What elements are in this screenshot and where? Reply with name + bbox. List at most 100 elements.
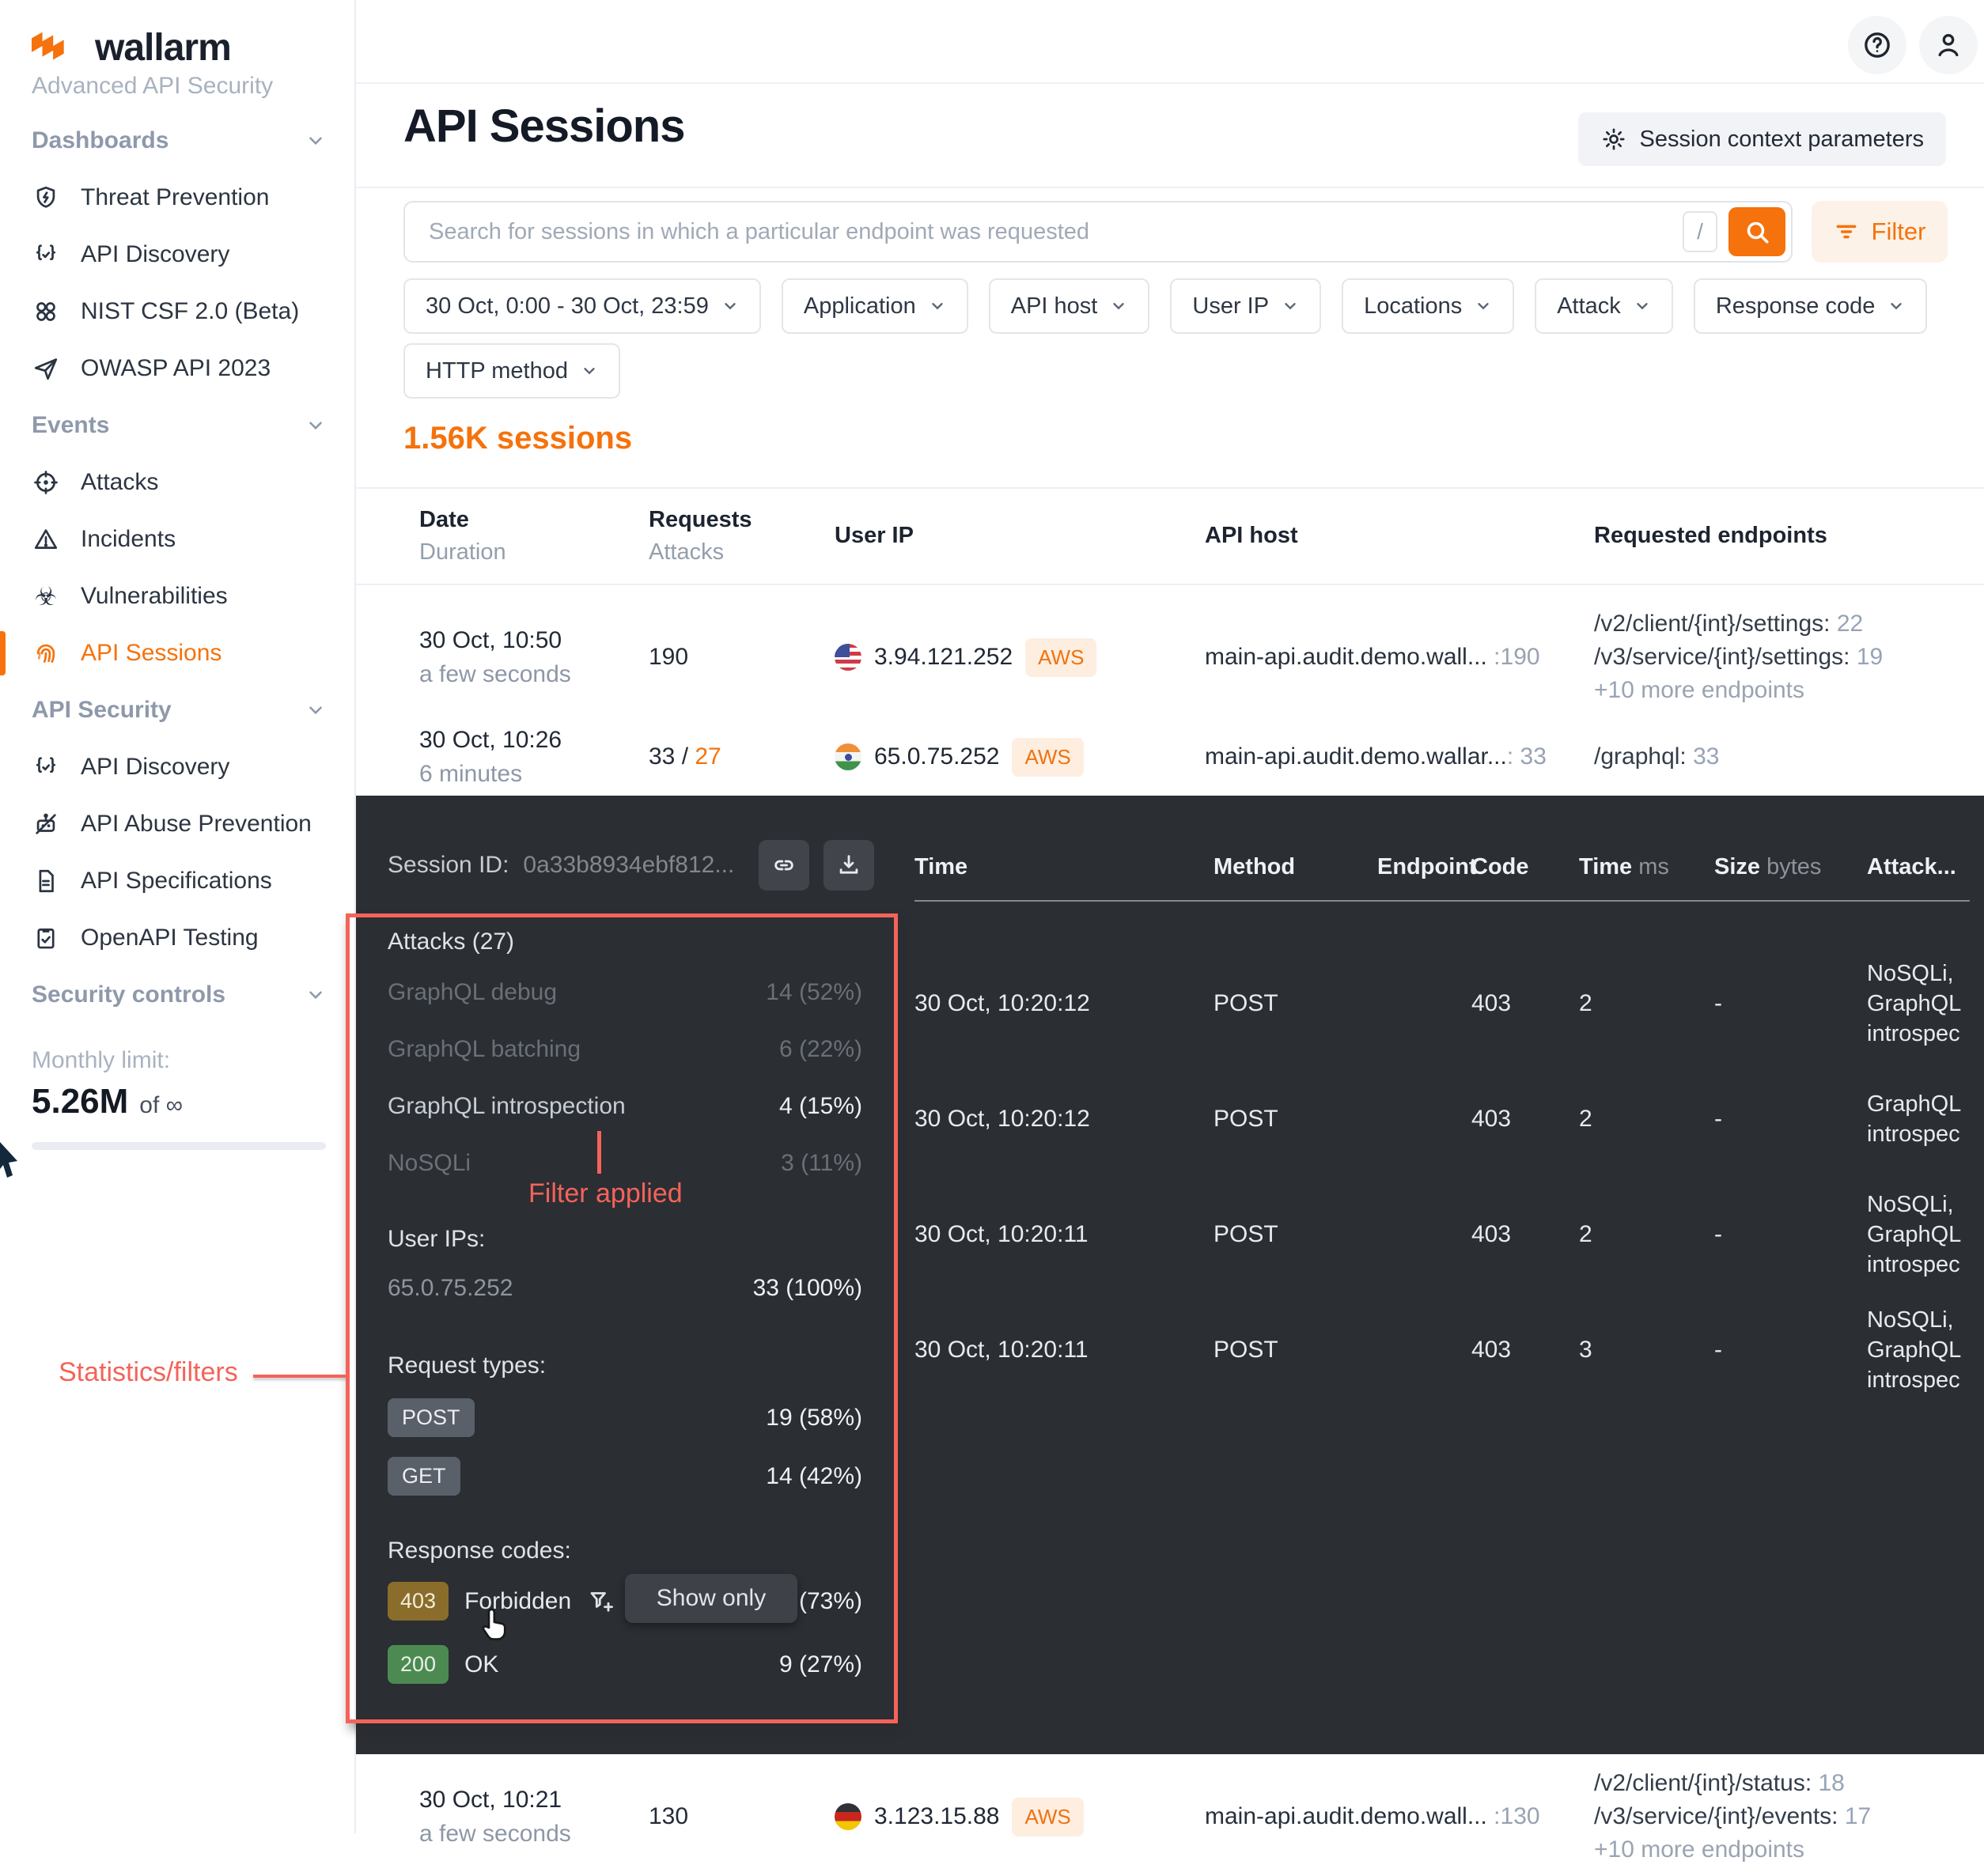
- sidebar-section-dashboards[interactable]: Dashboards: [0, 112, 354, 169]
- endpoint-count: 22: [1831, 611, 1864, 637]
- col-api-host: API host: [1205, 519, 1594, 552]
- page-title: API Sessions: [403, 100, 684, 153]
- endpoint-path: /graphql:: [1594, 743, 1687, 770]
- session-row[interactable]: 30 Oct, 10:266 minutes 33 / 27 65.0.75.2…: [356, 713, 1984, 800]
- endpoint-count: 33: [1687, 743, 1720, 770]
- request-row[interactable]: 30 Oct, 10:20:11 POST 403 2 - NoSQLi, Gr…: [914, 1177, 1970, 1292]
- user-ip-stat-row[interactable]: 65.0.75.25233 (100%): [388, 1275, 862, 1302]
- sidebar-item-vulnerabilities[interactable]: ☣ Vulnerabilities: [0, 568, 354, 625]
- request-method: POST: [1213, 1221, 1377, 1248]
- session-duration: 6 minutes: [419, 758, 649, 791]
- request-type-stat-row[interactable]: GET 14 (42%): [388, 1457, 862, 1496]
- sidebar-item-api-sessions[interactable]: API Sessions: [0, 625, 354, 682]
- session-host-count: :190: [1487, 644, 1540, 670]
- session-duration: a few seconds: [419, 1817, 649, 1851]
- warning-triangle-icon: [32, 525, 60, 554]
- request-code: 403: [1471, 990, 1579, 1017]
- endpoint-count: 17: [1838, 1803, 1872, 1829]
- sessions-divider: [356, 487, 1984, 489]
- session-date: 30 Oct, 10:50: [419, 623, 649, 658]
- locations-filter-chip[interactable]: Locations: [1342, 278, 1514, 334]
- session-row[interactable]: 30 Oct, 10:50a few seconds 190 3.94.121.…: [356, 598, 1984, 717]
- annotation-connector-line: [253, 1375, 346, 1378]
- sidebar-item-api-discovery-dash[interactable]: API Discovery: [0, 226, 354, 283]
- application-filter-chip[interactable]: Application: [782, 278, 968, 334]
- code-200-badge: 200: [388, 1645, 449, 1684]
- request-attack: GraphQL introspec: [1867, 1089, 1970, 1149]
- sidebar-item-openapi-testing[interactable]: OpenAPI Testing: [0, 910, 354, 966]
- endpoint-path: /v2/client/{int}/status:: [1594, 1770, 1812, 1796]
- fingerprint-icon: [32, 639, 60, 668]
- sidebar-item-api-specifications[interactable]: API Specifications: [0, 853, 354, 910]
- sidebar-item-owasp-api[interactable]: OWASP API 2023: [0, 340, 354, 397]
- sidebar-item-api-abuse-prevention[interactable]: API Abuse Prevention: [0, 796, 354, 853]
- session-row[interactable]: 30 Oct, 10:21a few seconds 130 3.123.15.…: [356, 1757, 1984, 1876]
- request-method: POST: [1213, 1106, 1377, 1133]
- attack-stat-row[interactable]: GraphQL debug14 (52%): [388, 979, 862, 1006]
- attack-stat-row[interactable]: GraphQL batching6 (22%): [388, 1036, 862, 1063]
- request-row[interactable]: 30 Oct, 10:20:11 POST 403 3 - NoSQLi, Gr…: [914, 1292, 1970, 1408]
- topbar-divider: [356, 82, 1984, 84]
- attacks-stats-title: Attacks (27): [388, 929, 862, 955]
- session-id-value: 0a33b8934ebf812...: [523, 852, 744, 879]
- sidebar-item-incidents[interactable]: Incidents: [0, 511, 354, 568]
- col-date[interactable]: DateDuration: [419, 503, 649, 568]
- sidebar-section-security-controls[interactable]: Security controls: [0, 966, 354, 1023]
- attack-filter-chip[interactable]: Attack: [1535, 278, 1673, 334]
- chevron-down-icon: [721, 297, 739, 315]
- user-menu-button[interactable]: [1919, 16, 1978, 74]
- endpoint-path: /v3/service/{int}/settings:: [1594, 644, 1850, 670]
- chevron-down-icon: [305, 700, 326, 721]
- session-user-ip: 3.123.15.88: [874, 1803, 999, 1830]
- show-only-tooltip[interactable]: Show only: [625, 1574, 797, 1623]
- sidebar-section-events[interactable]: Events: [0, 397, 354, 454]
- request-latency: 2: [1579, 990, 1714, 1017]
- col-time: Time: [914, 854, 1213, 880]
- more-endpoints-link[interactable]: +10 more endpoints: [1594, 1833, 1984, 1867]
- request-attack: NoSQLi, GraphQL introspec: [1867, 1190, 1970, 1280]
- attack-stat-row[interactable]: NoSQLi3 (11%): [388, 1150, 862, 1177]
- user-ip-filter-chip[interactable]: User IP: [1170, 278, 1321, 334]
- date-range-filter-chip[interactable]: 30 Oct, 0:00 - 30 Oct, 23:59: [403, 278, 761, 334]
- filter-add-icon[interactable]: [587, 1587, 615, 1616]
- shield-bolt-icon: [32, 183, 60, 212]
- response-codes-title: Response codes:: [388, 1537, 862, 1564]
- api-host-filter-chip[interactable]: API host: [989, 278, 1150, 334]
- search-button[interactable]: [1728, 207, 1785, 256]
- response-code-stat-row[interactable]: 200 OK 9 (27%): [388, 1645, 862, 1684]
- request-row[interactable]: 30 Oct, 10:20:12 POST 403 2 - GraphQL in…: [914, 1061, 1970, 1177]
- bot-blocked-icon: [32, 810, 60, 838]
- sidebar-item-threat-prevention[interactable]: Threat Prevention: [0, 169, 354, 226]
- filter-button[interactable]: Filter: [1812, 201, 1948, 263]
- col-requests[interactable]: RequestsAttacks: [649, 503, 835, 568]
- response-code-filter-chip[interactable]: Response code: [1694, 278, 1928, 334]
- copy-link-button[interactable]: [759, 840, 809, 891]
- target-icon: [32, 468, 60, 497]
- download-button[interactable]: [824, 840, 874, 891]
- request-row[interactable]: 30 Oct, 10:20:12 POST 403 2 - NoSQLi, Gr…: [914, 946, 1970, 1061]
- sessions-table-header: DateDuration RequestsAttacks User IP API…: [356, 503, 1984, 568]
- request-latency: 2: [1579, 1106, 1714, 1133]
- attack-stat-row-selected[interactable]: GraphQL introspection4 (15%): [388, 1093, 862, 1120]
- india-flag-icon: [835, 743, 861, 770]
- filter-chips-row-1: 30 Oct, 0:00 - 30 Oct, 23:59 Application…: [403, 278, 1927, 334]
- request-type-stat-row[interactable]: POST 19 (58%): [388, 1398, 862, 1437]
- mouse-hand-cursor: [475, 1606, 513, 1647]
- sidebar-item-attacks[interactable]: Attacks: [0, 454, 354, 511]
- monthly-limit-progressbar: [32, 1142, 326, 1150]
- session-context-parameters-button[interactable]: Session context parameters: [1578, 112, 1946, 166]
- request-attack: NoSQLi, GraphQL introspec: [1867, 1305, 1970, 1395]
- requests-table-divider: [914, 900, 1970, 902]
- http-method-filter-chip[interactable]: HTTP method: [403, 343, 620, 399]
- sidebar-item-nist-csf[interactable]: NIST CSF 2.0 (Beta): [0, 283, 354, 340]
- sessions-count: 1.56K sessions: [403, 421, 632, 456]
- sidebar-item-api-discovery[interactable]: API Discovery: [0, 739, 354, 796]
- request-time: 30 Oct, 10:20:12: [914, 1106, 1213, 1133]
- user-ips-title: User IPs:: [388, 1226, 862, 1253]
- sidebar-section-api-security[interactable]: API Security: [0, 682, 354, 739]
- code-403-badge: 403: [388, 1582, 449, 1621]
- more-endpoints-link[interactable]: +10 more endpoints: [1594, 674, 1984, 707]
- search-input[interactable]: [405, 219, 1683, 245]
- germany-flag-icon: [835, 1803, 861, 1830]
- help-button[interactable]: [1848, 16, 1906, 74]
